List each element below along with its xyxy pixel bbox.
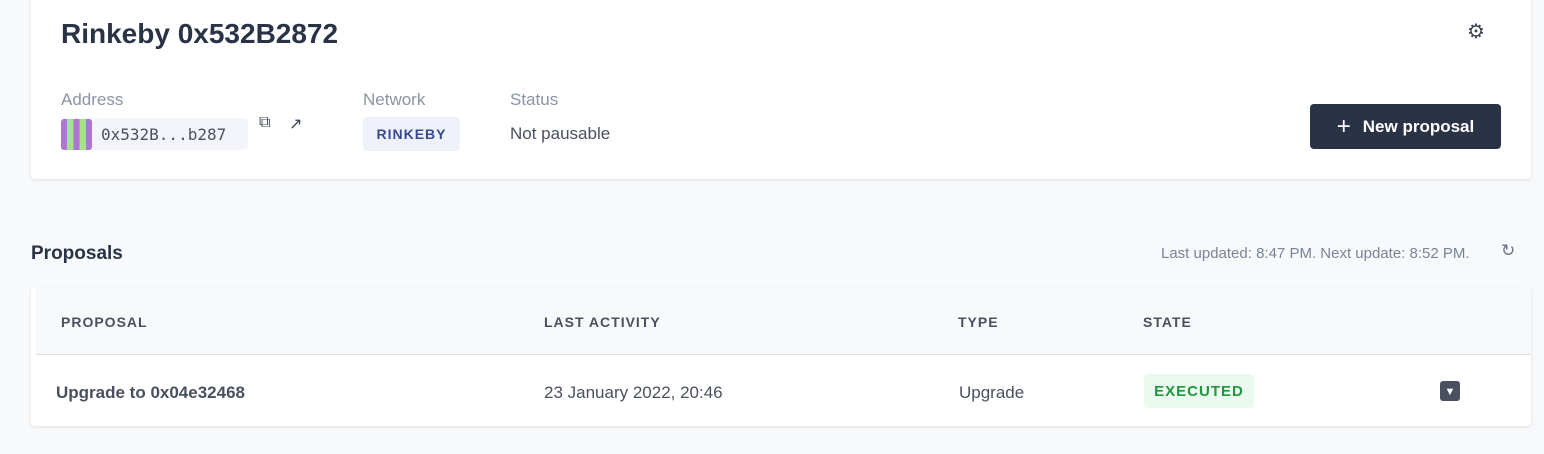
new-proposal-label: New proposal	[1362, 116, 1475, 136]
proposals-table: PROPOSAL LAST ACTIVITY TYPE STATE Upgrad…	[31, 287, 1531, 426]
page-title: Rinkeby 0x532B2872	[61, 18, 339, 49]
network-label: Network	[363, 90, 426, 109]
plus-icon: +	[1336, 112, 1351, 140]
status-value: Not pausable	[510, 124, 611, 143]
identicon	[61, 118, 92, 150]
address-label: Address	[61, 90, 124, 109]
contract-card: Rinkeby 0x532B2872 ⚙ Address Network Sta…	[31, 0, 1531, 179]
table-header: PROPOSAL LAST ACTIVITY TYPE STATE	[36, 287, 1531, 355]
proposals-title: Proposals	[31, 243, 123, 264]
proposal-name[interactable]: Upgrade to 0x04e32468	[56, 383, 245, 403]
gear-icon[interactable]: ⚙	[1467, 22, 1487, 42]
new-proposal-button[interactable]: + New proposal	[1310, 104, 1501, 149]
column-proposal: PROPOSAL	[61, 314, 148, 330]
copy-icon[interactable]: ⧉	[259, 114, 270, 132]
status-label: Status	[510, 90, 559, 109]
column-last-activity: LAST ACTIVITY	[544, 314, 661, 330]
column-type: TYPE	[958, 314, 999, 330]
address-value: 0x532B...b287	[101, 124, 227, 144]
last-activity: 23 January 2022, 20:46	[544, 383, 723, 402]
state-badge: EXECUTED	[1144, 374, 1254, 408]
refresh-icon[interactable]: ↻	[1501, 241, 1515, 261]
network-badge: RINKEBY	[363, 117, 460, 151]
column-state: STATE	[1143, 314, 1192, 330]
archive-icon[interactable]: ▼	[1440, 381, 1460, 401]
external-link-icon[interactable]: ↗	[289, 114, 302, 134]
update-status: Last updated: 8:47 PM. Next update: 8:52…	[1161, 245, 1470, 262]
proposal-type: Upgrade	[959, 383, 1025, 402]
address-chip: 0x532B...b287	[61, 118, 248, 150]
